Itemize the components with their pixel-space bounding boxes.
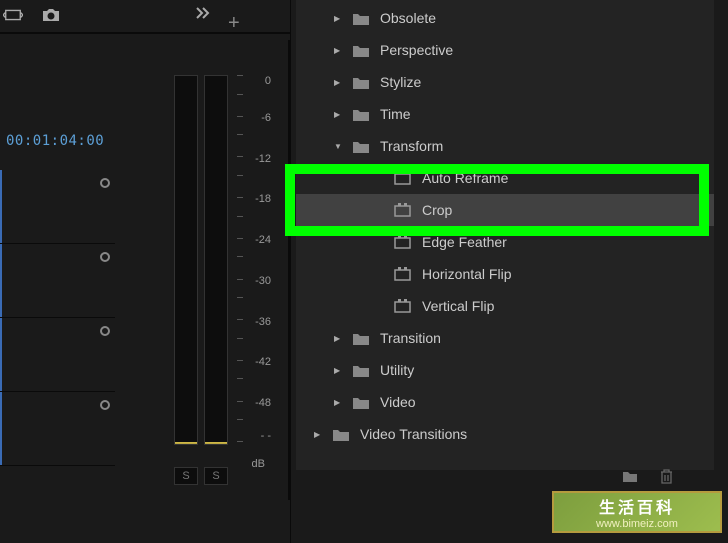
effect-item-video-transitions[interactable]: Video Transitions xyxy=(296,418,714,450)
effect-item-auto-reframe[interactable]: Auto Reframe xyxy=(296,162,714,194)
effect-item-vertical-flip[interactable]: Vertical Flip xyxy=(296,290,714,322)
db-unit-label: dB xyxy=(252,458,265,470)
effect-label: Edge Feather xyxy=(422,234,507,250)
solo-button-left[interactable]: S xyxy=(174,467,198,485)
scale-label: -42 xyxy=(255,356,271,368)
scale-label: -30 xyxy=(255,275,271,287)
trash-icon[interactable] xyxy=(660,469,676,485)
effect-label: Vertical Flip xyxy=(422,298,494,314)
preset-icon xyxy=(394,203,412,217)
preset-icon xyxy=(394,235,412,249)
effect-label: Utility xyxy=(380,362,414,378)
folder-icon xyxy=(352,11,370,25)
folder-icon xyxy=(352,43,370,57)
effect-item-transform[interactable]: Transform xyxy=(296,130,714,162)
add-icon[interactable]: + xyxy=(228,12,240,35)
chevron-right-icon[interactable] xyxy=(334,109,346,120)
folder-icon xyxy=(352,139,370,153)
effect-label: Transform xyxy=(380,138,443,154)
watermark-url: www.bimeiz.com xyxy=(596,518,678,530)
effect-item-time[interactable]: Time xyxy=(296,98,714,130)
track-row[interactable] xyxy=(0,392,115,466)
scale-label: -18 xyxy=(255,193,271,205)
track-row[interactable] xyxy=(0,318,115,392)
solo-button-right[interactable]: S xyxy=(204,467,228,485)
meter-bar-right xyxy=(204,75,228,445)
folder-icon xyxy=(352,75,370,89)
new-bin-icon[interactable] xyxy=(622,469,638,485)
effect-item-stylize[interactable]: Stylize xyxy=(296,66,714,98)
chevron-right-icon[interactable] xyxy=(314,429,326,440)
chevron-right-icon[interactable] xyxy=(334,397,346,408)
effect-label: Obsolete xyxy=(380,10,436,26)
meter-ticks xyxy=(237,75,245,445)
effect-item-crop[interactable]: Crop xyxy=(296,194,714,226)
timecode[interactable]: 00:01:04:00 xyxy=(6,133,104,149)
folder-icon xyxy=(352,331,370,345)
scale-label: -36 xyxy=(255,316,271,328)
scale-label: -6 xyxy=(261,112,271,124)
folder-icon xyxy=(352,363,370,377)
left-panel: + 00:01:04:00 xyxy=(0,0,290,543)
scale-label: -24 xyxy=(255,234,271,246)
preset-icon xyxy=(394,299,412,313)
effect-item-horizontal-flip[interactable]: Horizontal Flip xyxy=(296,258,714,290)
folder-icon xyxy=(332,427,350,441)
watermark: 生活百科 www.bimeiz.com xyxy=(552,491,722,533)
preset-icon xyxy=(394,267,412,281)
folder-icon xyxy=(352,107,370,121)
track-toggle-icon[interactable] xyxy=(100,326,110,336)
divider xyxy=(0,32,290,34)
effect-label: Video Transitions xyxy=(360,426,467,442)
meter-bar-left xyxy=(174,75,198,445)
track-toggle-icon[interactable] xyxy=(100,400,110,410)
effect-label: Perspective xyxy=(380,42,453,58)
chevron-right-icon[interactable] xyxy=(334,365,346,376)
camera-icon[interactable] xyxy=(41,5,61,25)
effect-label: Transition xyxy=(380,330,441,346)
effect-label: Stylize xyxy=(380,74,421,90)
track-toggle-icon[interactable] xyxy=(100,178,110,188)
scale-label: -48 xyxy=(255,397,271,409)
effect-label: Auto Reframe xyxy=(422,170,508,186)
chevron-down-icon[interactable] xyxy=(334,141,346,152)
expand-icon[interactable] xyxy=(195,6,211,23)
effect-item-video[interactable]: Video xyxy=(296,386,714,418)
scale-label: - - xyxy=(261,430,271,442)
effects-list: Obsolete Perspective Stylize Time Transform A… xyxy=(296,0,714,470)
preset-icon xyxy=(394,171,412,185)
chevron-right-icon[interactable] xyxy=(334,77,346,88)
effect-item-edge-feather[interactable]: Edge Feather xyxy=(296,226,714,258)
folder-icon xyxy=(352,395,370,409)
top-toolbar xyxy=(3,5,61,25)
effect-label: Video xyxy=(380,394,416,410)
audio-meter: 0 -6 -12 -18 -24 -30 -36 -42 -48 - - dB … xyxy=(152,55,277,485)
meter-scale: 0 -6 -12 -18 -24 -30 -36 -42 -48 - - xyxy=(247,75,277,445)
chevron-right-icon[interactable] xyxy=(334,333,346,344)
watermark-title: 生活百科 xyxy=(599,494,675,518)
track-toggle-icon[interactable] xyxy=(100,252,110,262)
effect-label: Crop xyxy=(422,202,452,218)
effect-item-utility[interactable]: Utility xyxy=(296,354,714,386)
track-row[interactable] xyxy=(0,170,115,244)
export-frame-icon[interactable] xyxy=(3,5,23,25)
effect-label: Time xyxy=(380,106,411,122)
scale-label: 0 xyxy=(265,75,271,87)
effects-panel: Obsolete Perspective Stylize Time Transform A… xyxy=(290,0,728,543)
tracks xyxy=(0,170,115,466)
effect-label: Horizontal Flip xyxy=(422,266,511,282)
effect-item-obsolete[interactable]: Obsolete xyxy=(296,2,714,34)
chevron-right-icon[interactable] xyxy=(334,45,346,56)
chevron-right-icon[interactable] xyxy=(334,13,346,24)
effect-item-perspective[interactable]: Perspective xyxy=(296,34,714,66)
effect-item-transition[interactable]: Transition xyxy=(296,322,714,354)
track-row[interactable] xyxy=(0,244,115,318)
scale-label: -12 xyxy=(255,153,271,165)
